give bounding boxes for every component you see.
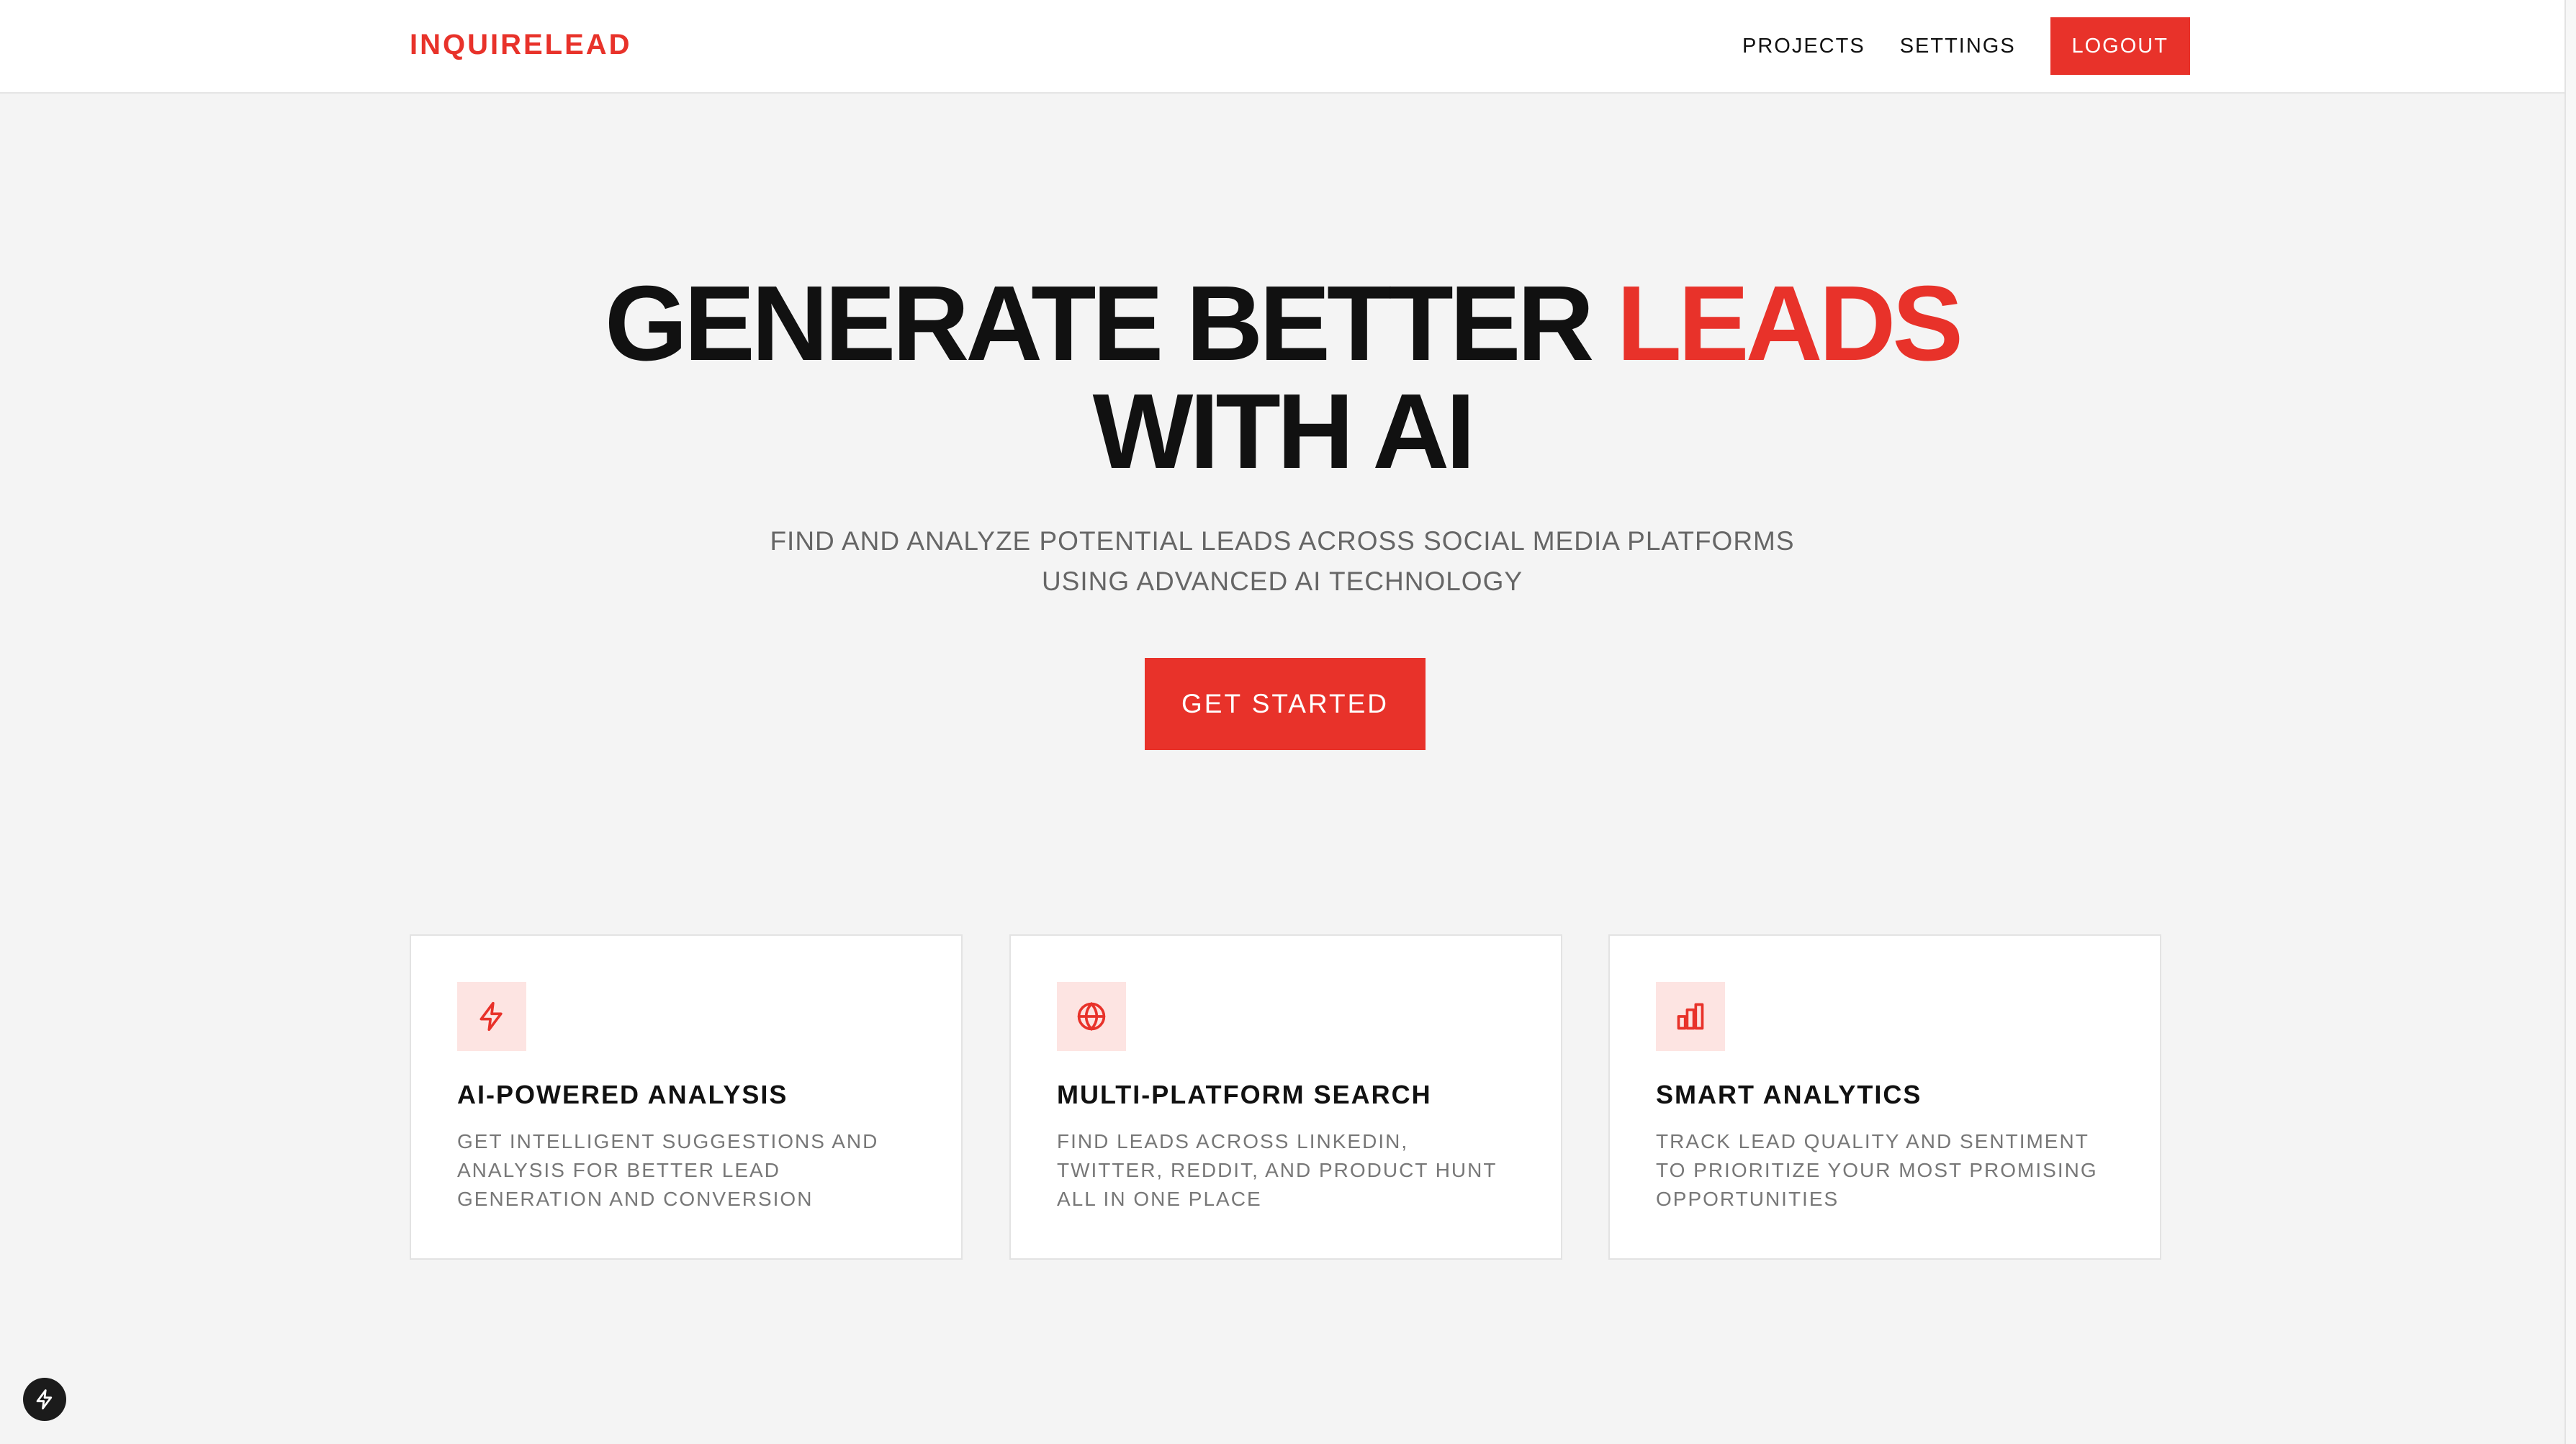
hero-title: GENERATE BETTER LEADS WITH AI bbox=[0, 270, 2564, 486]
feature-description: FIND LEADS ACROSS LINKEDIN, TWITTER, RED… bbox=[1057, 1130, 1497, 1210]
brand-logo[interactable]: INQUIRELEAD bbox=[410, 29, 632, 61]
lightning-icon bbox=[457, 982, 526, 1051]
globe-icon bbox=[1057, 982, 1126, 1051]
hero-subtitle-line2: USING ADVANCED AI TECHNOLOGY bbox=[1041, 567, 1523, 596]
bar-chart-icon bbox=[1656, 982, 1725, 1051]
feature-title: SMART ANALYTICS bbox=[1656, 1080, 1922, 1109]
nav-projects[interactable]: PROJECTS bbox=[1742, 35, 1865, 58]
feature-card-smart-analytics: SMART ANALYTICS TRACK LEAD QUALITY AND S… bbox=[1608, 934, 2161, 1260]
hero-subtitle-line1: FIND AND ANALYZE POTENTIAL LEADS ACROSS … bbox=[770, 526, 1795, 556]
feature-description: GET INTELLIGENT SUGGESTIONS AND ANALYSIS… bbox=[457, 1130, 879, 1210]
top-navbar: INQUIRELEAD PROJECTS SETTINGS LOGOUT bbox=[0, 0, 2564, 94]
nav-settings[interactable]: SETTINGS bbox=[1900, 35, 2016, 58]
hero-title-part1: GENERATE BETTER bbox=[604, 264, 1617, 383]
hero-title-accent: LEADS bbox=[1616, 264, 1963, 383]
feature-title: AI-POWERED ANALYSIS bbox=[457, 1080, 788, 1109]
feature-card-ai-analysis: AI-POWERED ANALYSIS GET INTELLIGENT SUGG… bbox=[410, 934, 963, 1260]
logout-button[interactable]: LOGOUT bbox=[2050, 17, 2190, 75]
lightning-icon bbox=[36, 1389, 53, 1409]
page: INQUIRELEAD PROJECTS SETTINGS LOGOUT GEN… bbox=[0, 0, 2576, 1444]
main-nav: PROJECTS SETTINGS LOGOUT bbox=[1742, 17, 2190, 75]
feature-title: MULTI-PLATFORM SEARCH bbox=[1057, 1080, 1432, 1109]
feature-description: TRACK LEAD QUALITY AND SENTIMENT TO PRIO… bbox=[1656, 1130, 2098, 1210]
floating-action-button[interactable] bbox=[23, 1378, 66, 1421]
feature-card-multi-platform: MULTI-PLATFORM SEARCH FIND LEADS ACROSS … bbox=[1009, 934, 1562, 1260]
get-started-button[interactable]: GET STARTED bbox=[1145, 658, 1426, 750]
hero-subtitle: FIND AND ANALYZE POTENTIAL LEADS ACROSS … bbox=[0, 521, 2564, 602]
scrollbar[interactable] bbox=[2564, 0, 2576, 1444]
hero-title-line2: WITH AI bbox=[1092, 372, 1476, 491]
